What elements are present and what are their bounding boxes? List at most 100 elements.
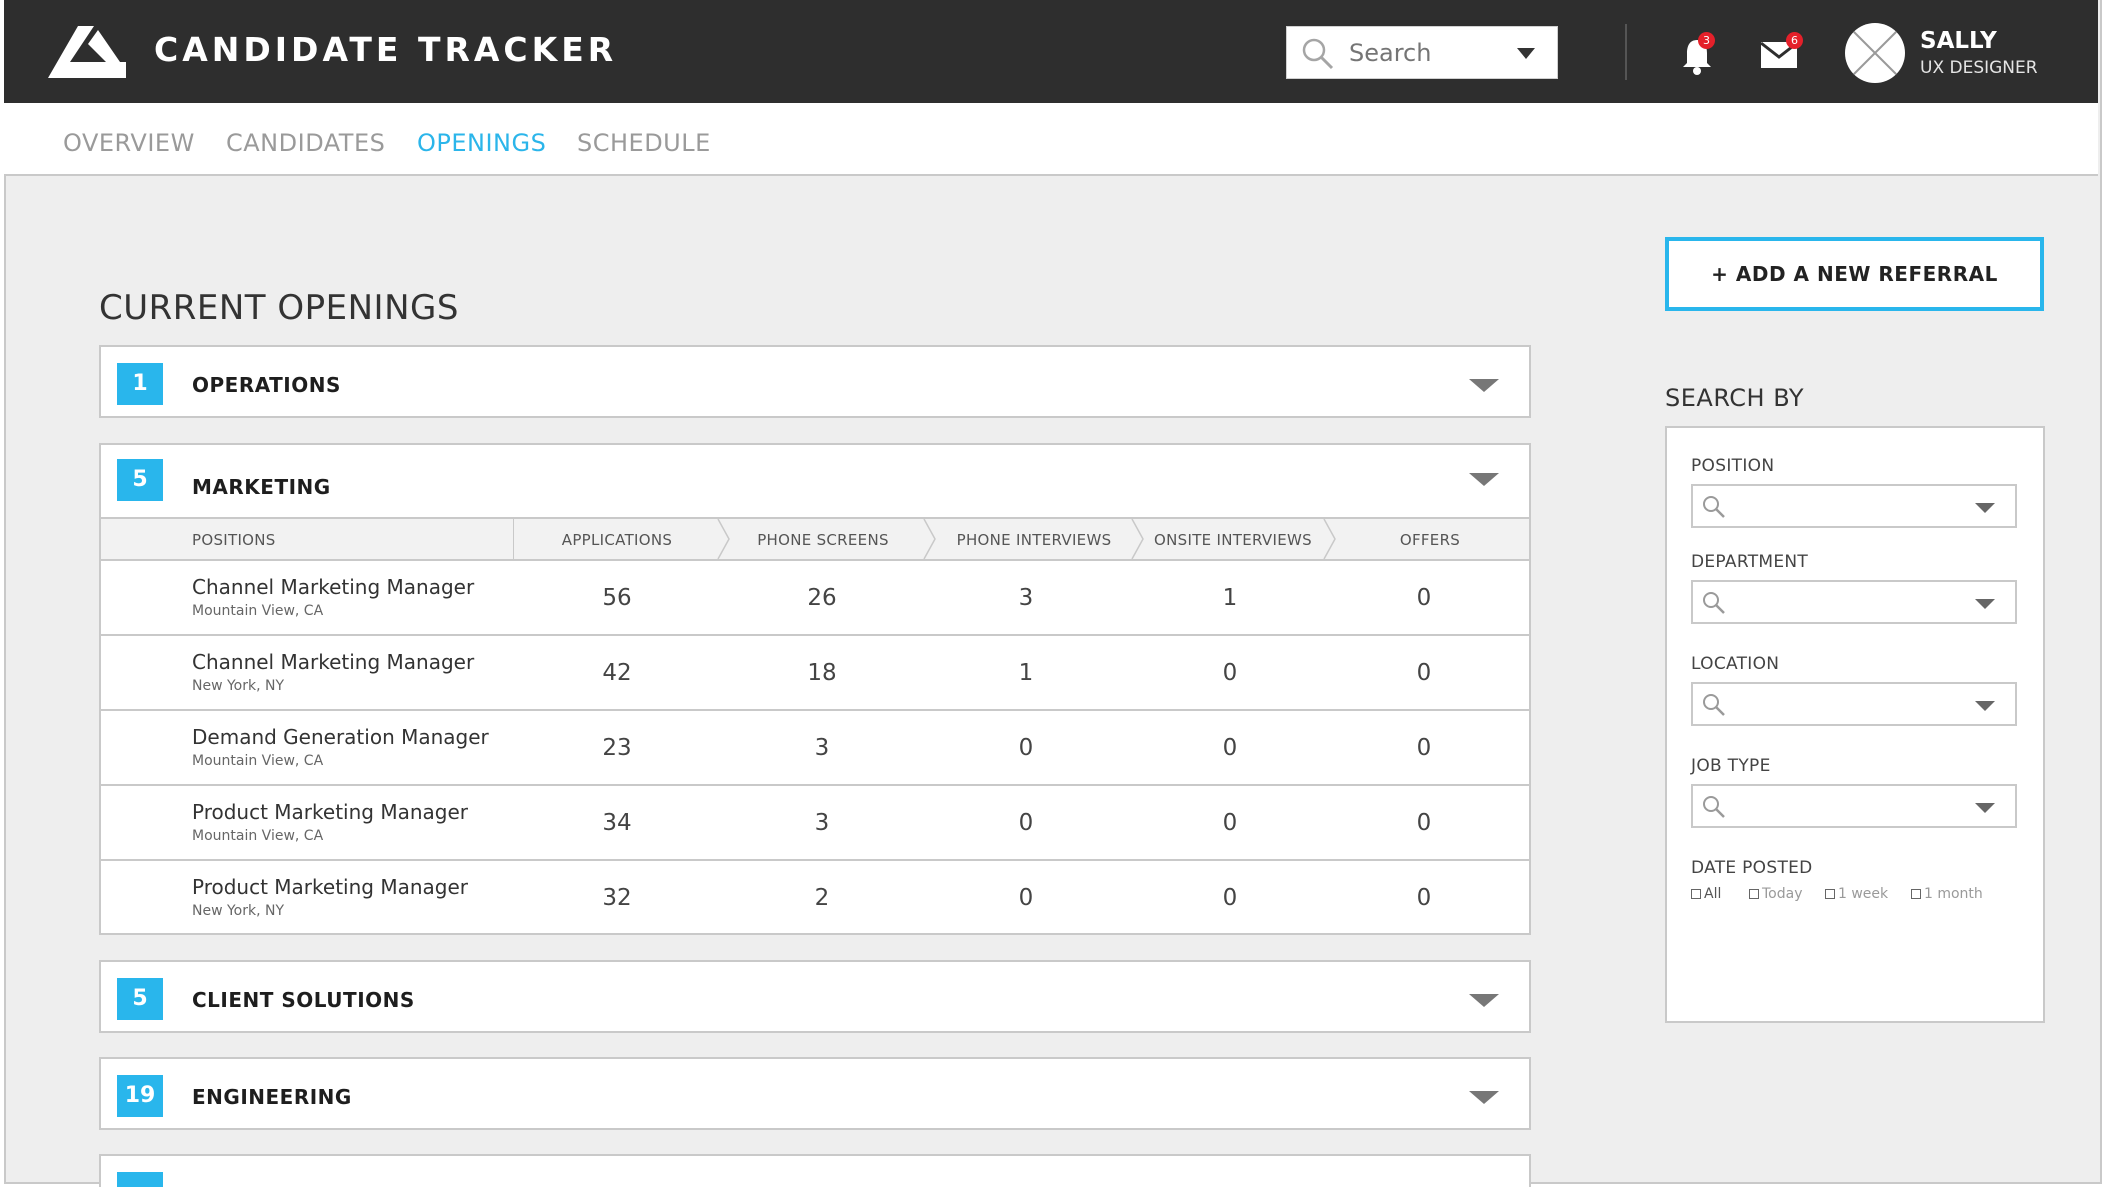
messages-badge: 6 <box>1786 32 1803 49</box>
department-filter-select[interactable] <box>1691 580 2017 624</box>
table-row[interactable]: Product Marketing Manager Mountain View,… <box>101 786 1529 861</box>
position-location: Mountain View, CA <box>192 603 324 619</box>
applications-count[interactable]: 56 <box>577 585 657 611</box>
checkbox-icon[interactable] <box>1691 889 1701 899</box>
chevron-down-icon[interactable] <box>1517 48 1535 59</box>
date-posted-all-checkbox[interactable]: All <box>1691 886 1721 902</box>
checkbox-label: All <box>1704 886 1722 902</box>
job-type-filter-select[interactable] <box>1691 784 2017 828</box>
column-header-phone-screens[interactable]: PHONE SCREENS <box>723 531 923 549</box>
date-posted-1-week-checkbox[interactable]: 1 week <box>1825 886 1888 902</box>
global-search[interactable] <box>1286 26 1558 79</box>
onsite-interviews-count[interactable]: 1 <box>1190 585 1270 611</box>
department-header[interactable]: 5 MARKETING <box>101 445 1529 518</box>
offers-count[interactable]: 0 <box>1384 585 1464 611</box>
table-body: Channel Marketing Manager Mountain View,… <box>101 561 1529 933</box>
offers-count[interactable]: 0 <box>1384 660 1464 686</box>
position-location: Mountain View, CA <box>192 828 324 844</box>
position-title[interactable]: Demand Generation Manager <box>192 725 489 749</box>
column-header-positions[interactable]: POSITIONS <box>192 531 276 549</box>
chevron-down-icon[interactable] <box>1975 803 1995 813</box>
search-input[interactable] <box>1349 35 1509 71</box>
checkbox-icon[interactable] <box>1749 889 1759 899</box>
phone-screens-count[interactable]: 2 <box>782 885 862 911</box>
column-header-offers[interactable]: OFFERS <box>1331 531 1529 549</box>
applications-count[interactable]: 42 <box>577 660 657 686</box>
onsite-interviews-count[interactable]: 0 <box>1190 810 1270 836</box>
table-row[interactable]: Channel Marketing Manager New York, NY 4… <box>101 636 1529 711</box>
position-title[interactable]: Channel Marketing Manager <box>192 650 474 674</box>
checkbox-label: Today <box>1762 886 1803 902</box>
column-header-onsite-interviews[interactable]: ONSITE INTERVIEWS <box>1137 531 1329 549</box>
offers-count[interactable]: 0 <box>1384 810 1464 836</box>
checkbox-icon[interactable] <box>1911 889 1921 899</box>
position-title[interactable]: Channel Marketing Manager <box>192 575 474 599</box>
department-count-badge <box>117 1172 163 1187</box>
department-marketing: 5 MARKETING POSITIONS APPLICATIONS PHONE… <box>99 443 1531 935</box>
avatar[interactable] <box>1845 23 1905 83</box>
tab-overview[interactable]: OVERVIEW <box>63 129 195 157</box>
applications-count[interactable]: 32 <box>577 885 657 911</box>
user-name[interactable]: SALLY <box>1920 28 1997 54</box>
phone-interviews-count[interactable]: 0 <box>986 885 1066 911</box>
page-title: CURRENT OPENINGS <box>99 288 459 328</box>
department-engineering[interactable]: 19 ENGINEERING <box>99 1057 1531 1130</box>
onsite-interviews-count[interactable]: 0 <box>1190 735 1270 761</box>
onsite-interviews-count[interactable]: 0 <box>1190 660 1270 686</box>
department-count-badge: 5 <box>117 459 163 501</box>
phone-screens-count[interactable]: 3 <box>782 810 862 836</box>
add-referral-button[interactable]: + ADD A NEW REFERRAL <box>1665 237 2044 311</box>
checkbox-icon[interactable] <box>1825 889 1835 899</box>
position-title[interactable]: Product Marketing Manager <box>192 800 468 824</box>
chevron-down-icon[interactable] <box>1975 599 1995 609</box>
date-posted-today-checkbox[interactable]: Today <box>1749 886 1803 902</box>
tab-openings[interactable]: OPENINGS <box>417 129 546 157</box>
chevron-down-icon[interactable] <box>1469 994 1499 1007</box>
chevron-down-icon[interactable] <box>1469 379 1499 392</box>
filter-panel: POSITION DEPARTMENT LOCATION JOB TYPE DA… <box>1665 426 2045 1023</box>
top-header: CANDIDATE TRACKER 3 6 SALLY UX DESIGNER <box>4 0 2098 103</box>
department-client-solutions[interactable]: 5 CLIENT SOLUTIONS <box>99 960 1531 1033</box>
chevron-down-icon[interactable] <box>1469 473 1499 486</box>
chevron-down-icon[interactable] <box>1469 1091 1499 1104</box>
search-icon <box>1302 38 1334 70</box>
column-header-phone-interviews[interactable]: PHONE INTERVIEWS <box>929 531 1139 549</box>
phone-screens-count[interactable]: 3 <box>782 735 862 761</box>
applications-count[interactable]: 23 <box>577 735 657 761</box>
column-header-applications[interactable]: APPLICATIONS <box>513 531 721 549</box>
phone-interviews-count[interactable]: 3 <box>986 585 1066 611</box>
tab-schedule[interactable]: SCHEDULE <box>577 129 711 157</box>
search-icon <box>1703 592 1725 614</box>
applications-count[interactable]: 34 <box>577 810 657 836</box>
phone-interviews-count[interactable]: 0 <box>986 735 1066 761</box>
phone-screens-count[interactable]: 18 <box>782 660 862 686</box>
table-row[interactable]: Channel Marketing Manager Mountain View,… <box>101 561 1529 636</box>
table-row[interactable]: Demand Generation Manager Mountain View,… <box>101 711 1529 786</box>
checkbox-label: 1 week <box>1838 886 1889 902</box>
offers-count[interactable]: 0 <box>1384 735 1464 761</box>
department-name: CLIENT SOLUTIONS <box>192 988 415 1012</box>
phone-interviews-count[interactable]: 0 <box>986 810 1066 836</box>
department-operations[interactable]: 1 OPERATIONS <box>99 345 1531 418</box>
table-row[interactable]: Product Marketing Manager New York, NY 3… <box>101 861 1529 936</box>
tab-candidates[interactable]: CANDIDATES <box>226 129 385 157</box>
search-by-title: SEARCH BY <box>1665 384 1805 412</box>
chevron-down-icon[interactable] <box>1975 503 1995 513</box>
department-name: OPERATIONS <box>192 373 341 397</box>
notifications-badge: 3 <box>1698 32 1715 49</box>
department-count-badge: 19 <box>117 1075 163 1117</box>
phone-interviews-count[interactable]: 1 <box>986 660 1066 686</box>
offers-count[interactable]: 0 <box>1384 885 1464 911</box>
department-name: ENGINEERING <box>192 1085 352 1109</box>
date-posted-1-month-checkbox[interactable]: 1 month <box>1911 886 1983 902</box>
avatar-placeholder-icon <box>1852 30 1898 76</box>
brand-logo-icon[interactable] <box>48 26 126 78</box>
position-title[interactable]: Product Marketing Manager <box>192 875 468 899</box>
filter-label-position: POSITION <box>1691 456 1775 476</box>
chevron-down-icon[interactable] <box>1975 701 1995 711</box>
position-filter-select[interactable] <box>1691 484 2017 528</box>
location-filter-select[interactable] <box>1691 682 2017 726</box>
department-partial[interactable] <box>99 1154 1531 1187</box>
onsite-interviews-count[interactable]: 0 <box>1190 885 1270 911</box>
phone-screens-count[interactable]: 26 <box>782 585 862 611</box>
